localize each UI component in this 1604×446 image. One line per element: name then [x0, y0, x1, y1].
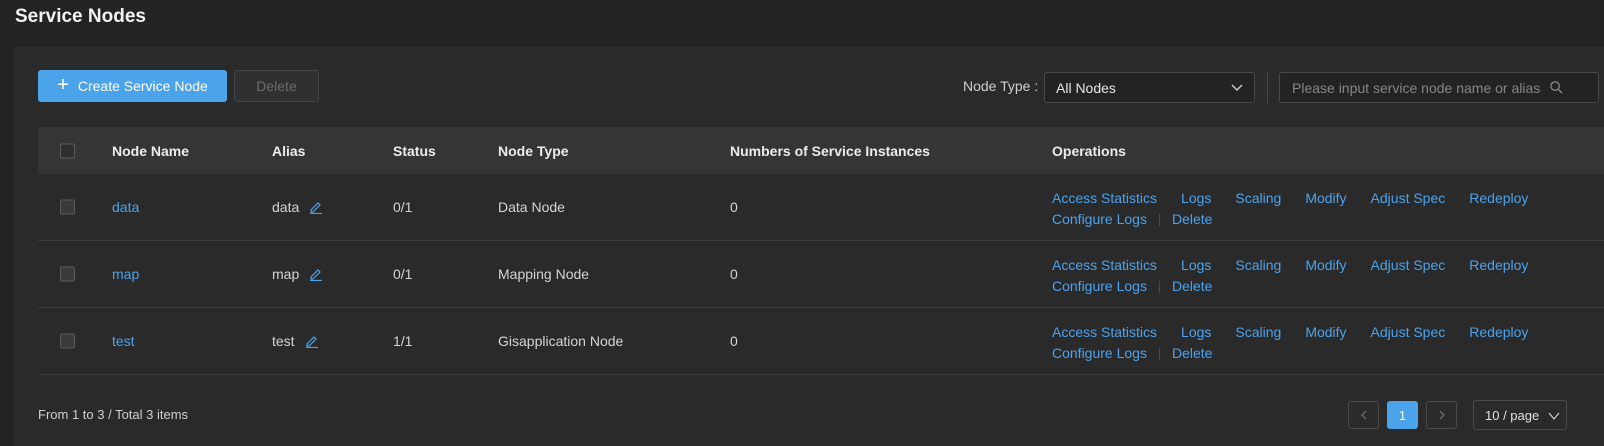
- logs-link[interactable]: Logs: [1181, 322, 1211, 343]
- adjust-spec-link[interactable]: Adjust Spec: [1371, 322, 1446, 343]
- delete-link[interactable]: Delete: [1172, 276, 1212, 297]
- scaling-link[interactable]: Scaling: [1235, 188, 1281, 209]
- instances-cell: 0: [730, 266, 738, 282]
- node-type-cell: Data Node: [498, 199, 565, 215]
- create-service-node-button[interactable]: + Create Service Node: [38, 70, 227, 102]
- column-header-status: Status: [393, 142, 436, 159]
- column-header-alias: Alias: [272, 142, 306, 159]
- delete-link[interactable]: Delete: [1172, 343, 1212, 364]
- alias-text: data: [272, 199, 300, 215]
- modify-link[interactable]: Modify: [1305, 188, 1346, 209]
- chevron-left-icon: [1360, 410, 1366, 420]
- operations-cell: Access Statistics Logs Scaling Modify Ad…: [1052, 322, 1552, 364]
- configure-logs-link[interactable]: Configure Logs: [1052, 343, 1147, 364]
- edit-pencil-icon[interactable]: [309, 200, 323, 214]
- node-type-label: Node Type :: [963, 78, 1039, 94]
- page-number-button[interactable]: 1: [1387, 401, 1418, 429]
- plus-icon: +: [57, 74, 69, 96]
- pagination-summary: From 1 to 3 / Total 3 items: [38, 407, 189, 422]
- instances-cell: 0: [730, 199, 738, 215]
- modify-link[interactable]: Modify: [1305, 322, 1346, 343]
- column-header-instances: Numbers of Service Instances: [730, 142, 930, 159]
- content-panel: + Create Service Node Delete Node Type :…: [14, 47, 1604, 446]
- table-row: map map 0/1 Mapping Node 0 Access Statis…: [38, 241, 1604, 308]
- redeploy-link[interactable]: Redeploy: [1469, 322, 1528, 343]
- modify-link[interactable]: Modify: [1305, 255, 1346, 276]
- service-nodes-table: Node Name Alias Status Node Type Numbers…: [38, 127, 1604, 375]
- delete-link[interactable]: Delete: [1172, 209, 1212, 230]
- access-statistics-link[interactable]: Access Statistics: [1052, 255, 1157, 276]
- create-button-label: Create Service Node: [77, 78, 208, 94]
- page-size-select[interactable]: 10 / page: [1473, 400, 1567, 430]
- adjust-spec-link[interactable]: Adjust Spec: [1371, 188, 1446, 209]
- next-page-button[interactable]: [1426, 401, 1457, 429]
- alias-cell: test: [272, 333, 319, 349]
- access-statistics-link[interactable]: Access Statistics: [1052, 322, 1157, 343]
- logs-link[interactable]: Logs: [1181, 188, 1211, 209]
- node-name-link[interactable]: test: [112, 333, 135, 349]
- status-cell: 0/1: [393, 266, 413, 282]
- access-statistics-link[interactable]: Access Statistics: [1052, 188, 1157, 209]
- edit-pencil-icon[interactable]: [309, 267, 323, 281]
- alias-cell: map: [272, 266, 323, 282]
- column-header-operations: Operations: [1052, 142, 1126, 159]
- select-all-checkbox[interactable]: [60, 143, 75, 158]
- node-name-link[interactable]: map: [112, 266, 139, 282]
- redeploy-link[interactable]: Redeploy: [1469, 255, 1528, 276]
- alias-text: map: [272, 266, 300, 282]
- column-header-node-name: Node Name: [112, 142, 190, 159]
- instances-cell: 0: [730, 333, 738, 349]
- prev-page-button[interactable]: [1348, 401, 1379, 429]
- scaling-link[interactable]: Scaling: [1235, 322, 1281, 343]
- row-checkbox[interactable]: [60, 266, 75, 282]
- alias-text: test: [272, 333, 295, 349]
- logs-link[interactable]: Logs: [1181, 255, 1211, 276]
- configure-logs-link[interactable]: Configure Logs: [1052, 209, 1147, 230]
- search-icon[interactable]: [1549, 80, 1564, 95]
- node-type-cell: Mapping Node: [498, 266, 590, 282]
- node-type-cell: Gisapplication Node: [498, 333, 624, 349]
- operations-cell: Access Statistics Logs Scaling Modify Ad…: [1052, 188, 1552, 230]
- page-size-value: 10 / page: [1485, 407, 1540, 423]
- node-type-value: All Nodes: [1056, 79, 1116, 96]
- node-type-select[interactable]: All Nodes: [1044, 72, 1255, 103]
- redeploy-link[interactable]: Redeploy: [1469, 188, 1528, 209]
- chevron-right-icon: [1439, 410, 1445, 420]
- edit-pencil-icon[interactable]: [305, 334, 319, 348]
- scaling-link[interactable]: Scaling: [1235, 255, 1281, 276]
- table-header: Node Name Alias Status Node Type Numbers…: [38, 127, 1604, 174]
- chevron-down-icon: [1548, 412, 1560, 420]
- delete-button[interactable]: Delete: [234, 70, 319, 102]
- table-row: data data 0/1 Data Node 0 Access Statist…: [38, 174, 1604, 241]
- chevron-down-icon: [1231, 84, 1243, 91]
- toolbar-divider: [1267, 71, 1268, 103]
- alias-cell: data: [272, 199, 323, 215]
- status-cell: 0/1: [393, 199, 413, 215]
- adjust-spec-link[interactable]: Adjust Spec: [1371, 255, 1446, 276]
- operations-cell: Access Statistics Logs Scaling Modify Ad…: [1052, 255, 1552, 297]
- row-checkbox[interactable]: [60, 333, 75, 349]
- node-name-link[interactable]: data: [112, 199, 139, 215]
- configure-logs-link[interactable]: Configure Logs: [1052, 276, 1147, 297]
- page-title: Service Nodes: [15, 6, 146, 27]
- status-cell: 1/1: [393, 333, 413, 349]
- table-row: test test 1/1 Gisapplication Node 0 Acce…: [38, 308, 1604, 375]
- column-header-node-type: Node Type: [498, 142, 569, 159]
- row-checkbox[interactable]: [60, 199, 75, 215]
